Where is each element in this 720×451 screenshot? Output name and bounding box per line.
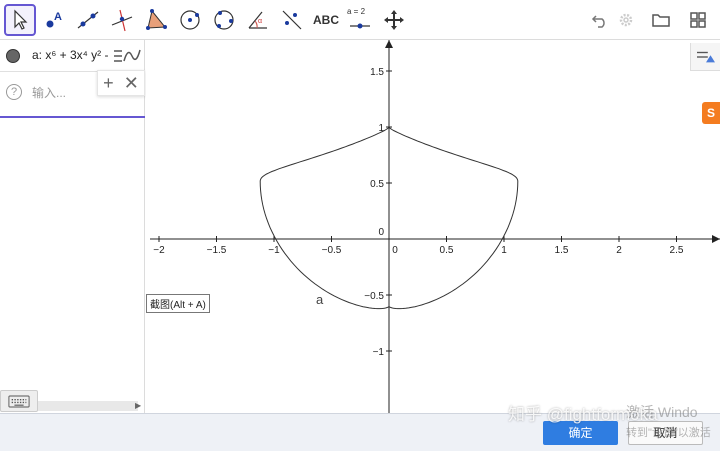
style-bar-toggle[interactable] <box>690 43 720 71</box>
angle-tool[interactable]: α <box>242 4 274 36</box>
graph-menu-icon <box>114 49 141 62</box>
y-tick-label: 0.5 <box>370 179 384 190</box>
reflect-icon <box>282 10 302 30</box>
angle-icon: α <box>248 11 267 29</box>
y-axis-arrow <box>385 40 393 48</box>
slider-tool[interactable]: a = 2 <box>344 4 376 36</box>
line-tool[interactable] <box>72 4 104 36</box>
x-tick-label: −0.5 <box>322 245 342 256</box>
y-tick-label: −1 <box>373 347 385 358</box>
x-tick-label: 0.5 <box>440 245 454 256</box>
x-tick-label: −1 <box>268 245 280 256</box>
settings-icon <box>619 13 633 27</box>
x-tick-label: 1 <box>501 245 507 256</box>
x-axis-arrow <box>712 235 720 243</box>
x-tick-label: −2 <box>153 245 165 256</box>
svg-text:A: A <box>54 11 62 23</box>
algebra-input[interactable]: 输入... <box>32 84 66 101</box>
algebra-view: a: x⁶ + 3x⁴ y² - ? 输入... + ✕ ▶ <box>0 40 145 413</box>
move-graphics-view-tool[interactable] <box>378 4 410 36</box>
point-tool[interactable]: A <box>38 4 70 36</box>
circle-three-points-icon <box>214 10 234 30</box>
reflect-tool[interactable] <box>276 4 308 36</box>
circle-center-tool[interactable] <box>174 4 206 36</box>
perspectives-button[interactable] <box>686 8 710 32</box>
close-icon[interactable]: ✕ <box>124 74 139 92</box>
x-tick-label: 2.5 <box>670 245 684 256</box>
screenshot-tooltip: 截图(Alt + A) <box>146 294 210 313</box>
text-tool[interactable]: ABC <box>310 4 342 36</box>
perpendicular-line-tool[interactable] <box>106 4 138 36</box>
perpendicular-icon <box>111 9 133 32</box>
keyboard-button[interactable] <box>0 390 38 412</box>
horizontal-scrollbar[interactable] <box>38 401 138 411</box>
x-tick-label: 0 <box>392 245 398 256</box>
cursor-arrow-icon <box>14 9 28 30</box>
scroll-right-icon[interactable]: ▶ <box>135 401 141 410</box>
settings-button[interactable] <box>614 8 638 32</box>
undo-icon <box>591 15 605 28</box>
algebra-expression[interactable]: a: x⁶ + 3x⁴ y² - <box>32 48 110 62</box>
y-tick-label: −0.5 <box>364 291 384 302</box>
circle-center-icon <box>180 10 200 30</box>
graph-canvas[interactable]: −2 −1.5 −1 −0.5 0 0.5 1 1.5 2 2.5 1.510.50−0.5−1 … <box>146 40 720 413</box>
toolbar: A α ABC a = 2 <box>0 0 720 40</box>
x-tick-label: −1.5 <box>207 245 227 256</box>
windows-activation-hint: 转到"设置"以激活 <box>626 427 711 439</box>
triangle-icon <box>146 9 167 30</box>
visibility-toggle[interactable] <box>6 49 20 63</box>
algebra-item[interactable]: a: x⁶ + 3x⁴ y² - <box>0 40 145 72</box>
x-tick-label: 1.5 <box>555 245 569 256</box>
graphics-view[interactable]: −2 −1.5 −1 −0.5 0 0.5 1 1.5 2 2.5 1.5 1 0.5 0 −0.5 −1 … <box>146 40 720 413</box>
folder-icon <box>652 14 670 27</box>
geogebra-window: A α ABC a = 2 a: x⁶ + 3x⁴ y² - ? 输入... +… <box>0 0 720 451</box>
move-tool[interactable] <box>4 4 36 36</box>
x-tick-label: 2 <box>616 245 622 256</box>
line-icon <box>77 11 99 29</box>
point-icon: A <box>46 11 62 28</box>
move-arrows-icon <box>384 10 404 30</box>
polygon-tool[interactable] <box>140 4 172 36</box>
zhihu-watermark: 知乎 @fightformoka <box>508 405 658 424</box>
graph-style-button[interactable] <box>112 44 142 68</box>
side-tab[interactable]: S <box>702 102 720 124</box>
undo-button[interactable] <box>588 8 612 32</box>
add-close-popup: + ✕ <box>97 70 145 96</box>
open-file-button[interactable] <box>649 8 673 32</box>
circle-three-points-tool[interactable] <box>208 4 240 36</box>
help-icon[interactable]: ? <box>6 84 22 100</box>
perspectives-icon <box>690 12 706 28</box>
svg-text:α: α <box>258 18 262 25</box>
curve-label[interactable]: a <box>316 292 324 307</box>
keyboard-icon <box>8 395 30 407</box>
text-tool-label: ABC <box>313 13 339 27</box>
y-tick-label: 0 <box>378 227 384 238</box>
slider-tool-label: a = 2 <box>347 7 366 16</box>
y-tick-label: 1.5 <box>370 67 384 78</box>
plus-icon[interactable]: + <box>103 74 114 92</box>
style-bar-icon <box>696 51 715 62</box>
